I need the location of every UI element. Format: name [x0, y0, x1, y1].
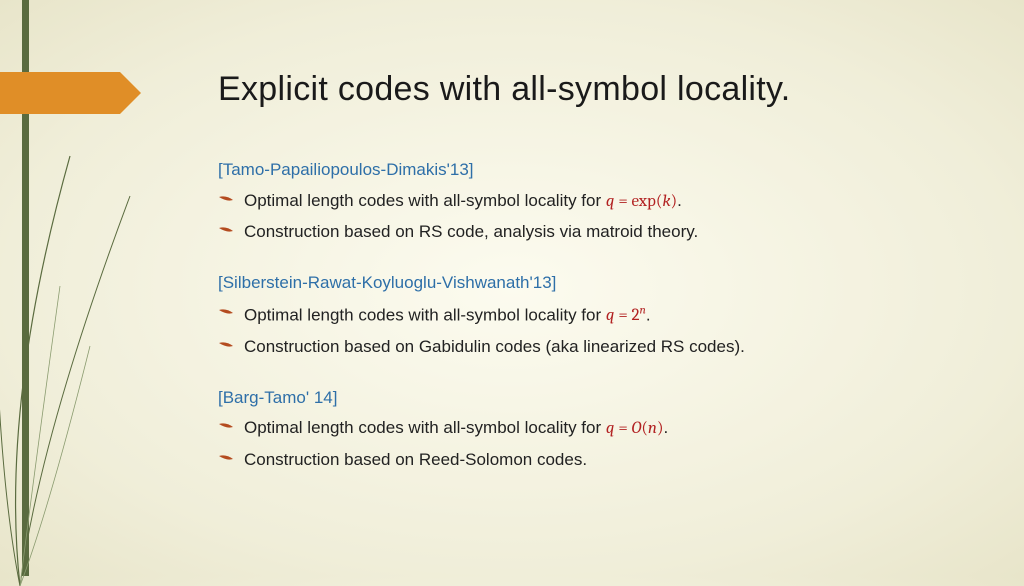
math-expr: q = 2n: [606, 306, 646, 325]
bullet-swoosh-icon: [218, 421, 234, 433]
bullet-swoosh-icon: [218, 307, 234, 319]
bullet-text: Construction based on Gabidulin codes (a…: [244, 335, 938, 360]
bullet-item: Optimal length codes with all-symbol loc…: [218, 302, 938, 329]
accent-arrow: [0, 72, 120, 114]
bullet-text: Construction based on Reed-Solomon codes…: [244, 448, 938, 473]
section-2: [Silberstein-Rawat-Koyluoglu-Vishwanath'…: [218, 271, 938, 360]
bullet-item: Construction based on Reed-Solomon codes…: [218, 448, 938, 473]
reference-citation: [Barg-Tamo' 14]: [218, 386, 938, 411]
reference-citation: [Silberstein-Rawat-Koyluoglu-Vishwanath'…: [218, 271, 938, 296]
math-expr: q = exp(k): [606, 192, 677, 211]
reference-citation: [Tamo-Papailiopoulos-Dimakis'13]: [218, 158, 938, 183]
bullet-swoosh-icon: [218, 194, 234, 206]
section-3: [Barg-Tamo' 14] Optimal length codes wit…: [218, 386, 938, 473]
bullet-text: Optimal length codes with all-symbol loc…: [244, 416, 938, 442]
section-1: [Tamo-Papailiopoulos-Dimakis'13] Optimal…: [218, 158, 938, 245]
bullet-item: Optimal length codes with all-symbol loc…: [218, 416, 938, 442]
bullet-swoosh-icon: [218, 453, 234, 465]
bullet-item: Construction based on RS code, analysis …: [218, 220, 938, 245]
bullet-item: Optimal length codes with all-symbol loc…: [218, 189, 938, 215]
bullet-swoosh-icon: [218, 225, 234, 237]
bullet-text: Construction based on RS code, analysis …: [244, 220, 938, 245]
slide-body: [Tamo-Papailiopoulos-Dimakis'13] Optimal…: [218, 158, 938, 498]
bullet-text: Optimal length codes with all-symbol loc…: [244, 302, 938, 329]
bullet-swoosh-icon: [218, 340, 234, 352]
slide-title: Explicit codes with all-symbol locality.: [218, 70, 791, 109]
math-expr: q = O(n): [606, 419, 664, 438]
bullet-text: Optimal length codes with all-symbol loc…: [244, 189, 938, 215]
bullet-item: Construction based on Gabidulin codes (a…: [218, 335, 938, 360]
